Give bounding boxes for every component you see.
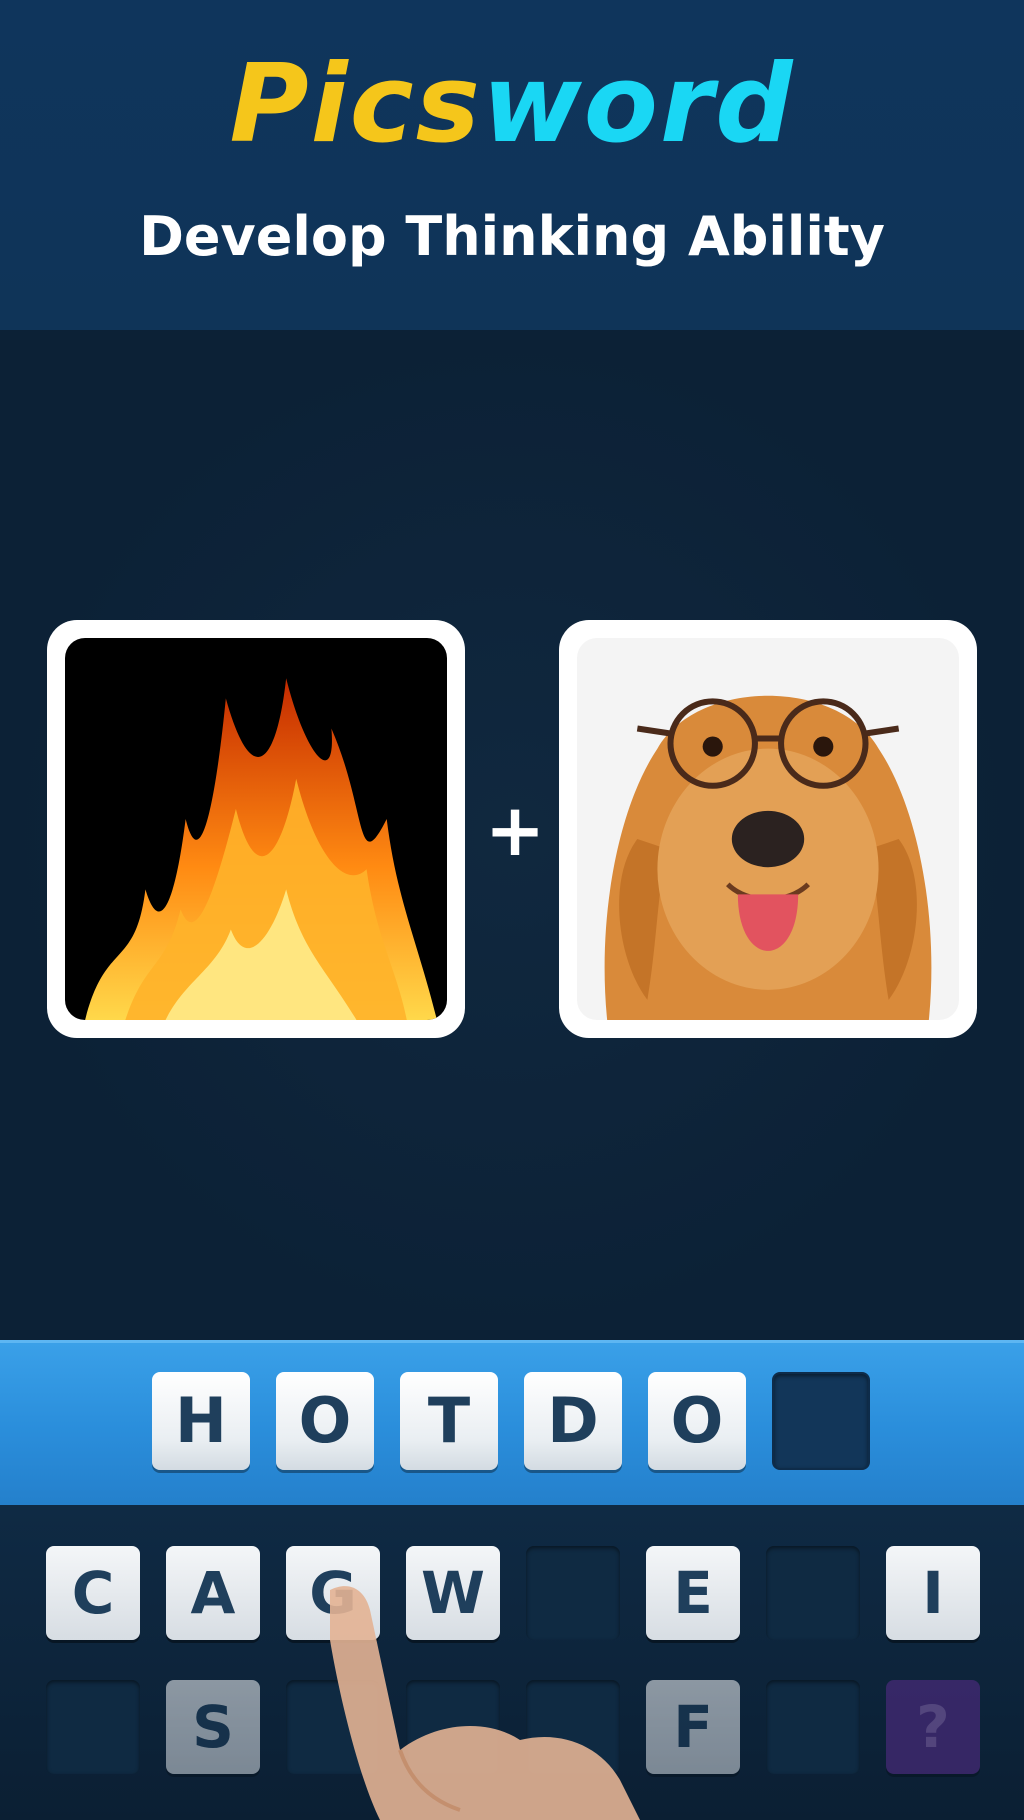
logo-text-word: word bbox=[481, 42, 795, 167]
letter-key-used bbox=[766, 1680, 860, 1774]
letter-key-used bbox=[526, 1680, 620, 1774]
letter-key-w[interactable]: W bbox=[406, 1546, 500, 1640]
dog-image bbox=[577, 638, 959, 1020]
fire-image bbox=[65, 638, 447, 1020]
picture-card-fire[interactable] bbox=[47, 620, 465, 1038]
app-header: Picsword Develop Thinking Ability bbox=[0, 0, 1024, 330]
letter-key-a[interactable]: A bbox=[166, 1546, 260, 1640]
answer-tile[interactable]: T bbox=[400, 1372, 498, 1470]
letter-key-used bbox=[46, 1680, 140, 1774]
tagline: Develop Thinking Ability bbox=[139, 205, 885, 268]
letter-key-used bbox=[766, 1546, 860, 1640]
letter-key-used bbox=[406, 1680, 500, 1774]
letter-keyboard bbox=[0, 1505, 1024, 1820]
letter-key-c[interactable]: C bbox=[46, 1546, 140, 1640]
hint-button[interactable]: ? bbox=[886, 1680, 980, 1774]
plus-sign: + bbox=[484, 788, 546, 872]
letter-key-f[interactable]: F bbox=[646, 1680, 740, 1774]
letter-key-used bbox=[286, 1680, 380, 1774]
letter-key-s[interactable]: S bbox=[166, 1680, 260, 1774]
logo-text-pics: Pics bbox=[229, 42, 482, 167]
letter-key-e[interactable]: E bbox=[646, 1546, 740, 1640]
answer-tile[interactable]: H bbox=[152, 1372, 250, 1470]
letter-key-used bbox=[526, 1546, 620, 1640]
letter-key-g[interactable]: G bbox=[286, 1546, 380, 1640]
letter-key-i[interactable]: I bbox=[886, 1546, 980, 1640]
answer-tile[interactable]: O bbox=[648, 1372, 746, 1470]
answer-tile[interactable]: D bbox=[524, 1372, 622, 1470]
answer-tile-empty[interactable] bbox=[772, 1372, 870, 1470]
picture-card-dog[interactable] bbox=[559, 620, 977, 1038]
app-logo: Picsword bbox=[0, 40, 1024, 170]
answer-tile[interactable]: O bbox=[276, 1372, 374, 1470]
